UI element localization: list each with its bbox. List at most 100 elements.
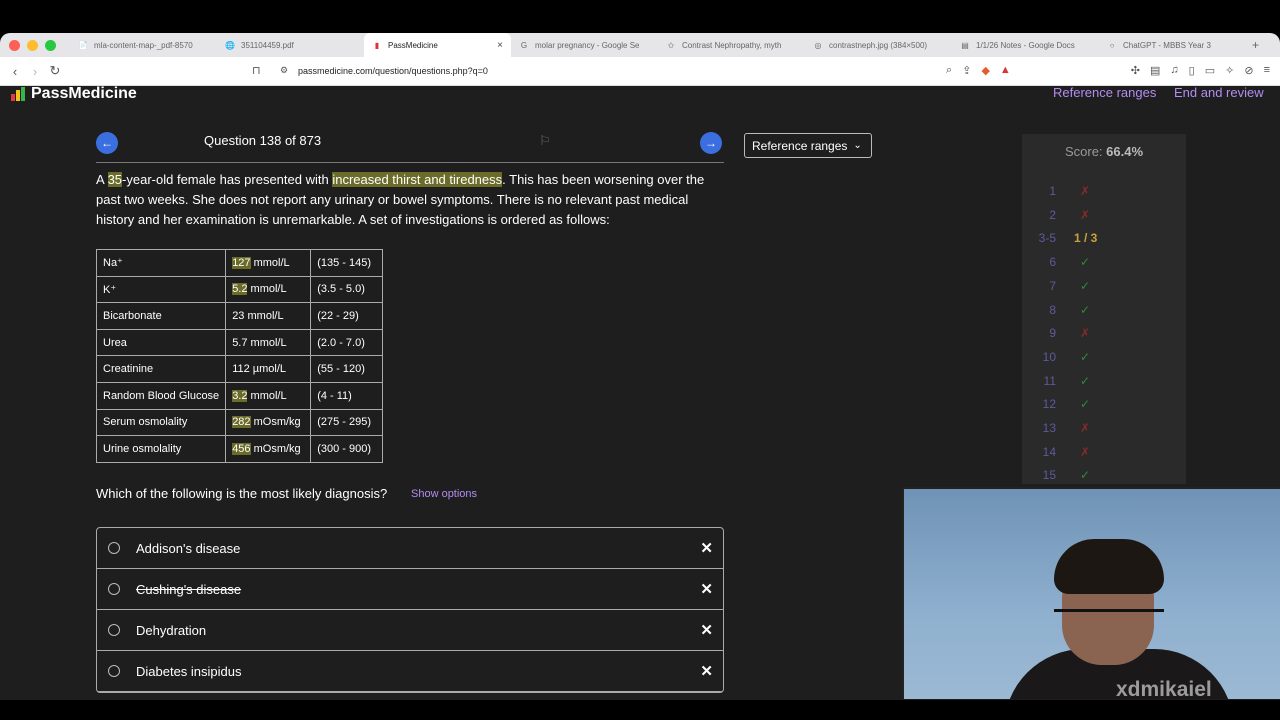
radio-button[interactable] (108, 542, 120, 554)
logo-text: PassMedicine (31, 85, 137, 102)
lab-range: (275 - 295) (310, 408, 384, 437)
tab-favicon-icon: 📄 (78, 40, 88, 50)
show-options-link[interactable]: Show options (411, 488, 477, 500)
radio-button[interactable] (108, 624, 120, 636)
site-info-icon[interactable]: ⚙ (280, 65, 288, 76)
extensions-icon[interactable]: ✣ (1131, 64, 1140, 77)
tab-favicon-icon: ✩ (667, 40, 675, 50)
next-question-button[interactable]: → (700, 132, 722, 154)
media-icon[interactable]: ♫ (1170, 64, 1178, 77)
url-field[interactable]: passmedicine.com/question/questions.php?… (298, 66, 488, 76)
share-icon[interactable]: ⇪ (962, 64, 971, 77)
lab-name: Random Blood Glucose (95, 381, 227, 410)
check-icon: ✓ (1080, 468, 1091, 483)
reference-ranges-dropdown[interactable]: Reference ranges ⌄ (744, 133, 872, 158)
strike-option-icon[interactable]: ✕ (700, 621, 713, 639)
close-window-button[interactable] (9, 39, 20, 51)
lab-range: (135 - 145) (310, 249, 384, 277)
score-label: Score: (1064, 144, 1107, 159)
lab-row: Random Blood Glucose 3.2 mmol/L (4 - 11) (95, 381, 384, 410)
lab-value: 112 (232, 363, 250, 376)
back-icon[interactable]: ‹ (5, 64, 25, 79)
score-row[interactable]: 9 ✗ (1022, 326, 1186, 346)
brave-shield-icon[interactable]: ◆ (981, 64, 989, 77)
wallet-icon[interactable]: ▭ (1205, 64, 1215, 77)
rewards-icon[interactable]: ▲ (1000, 64, 1011, 77)
lab-name: Na⁺ (95, 249, 227, 277)
maximize-window-button[interactable] (45, 39, 56, 51)
score-row[interactable]: 13 ✗ (1022, 421, 1186, 441)
reload-icon[interactable]: ↻ (45, 63, 65, 79)
menu-icon[interactable]: ≡ (1264, 64, 1270, 77)
answer-option[interactable]: Diabetes insipidus ✕ (97, 651, 723, 692)
reference-ranges-link[interactable]: Reference ranges (1053, 85, 1156, 100)
score-row[interactable]: 6 ✓ (1022, 255, 1186, 275)
new-tab-button[interactable]: + (1252, 38, 1259, 52)
sidebar-icon[interactable]: ▯ (1189, 64, 1195, 77)
score-row[interactable]: 2 ✗ (1022, 208, 1186, 228)
watermark: xdmikaiel (1116, 678, 1212, 701)
question-number: 12 (1042, 397, 1056, 412)
strike-option-icon[interactable]: ✕ (700, 662, 713, 680)
option-label: Diabetes insipidus (136, 663, 242, 679)
answer-option[interactable]: Addison's disease ✕ (97, 528, 723, 569)
answer-option[interactable]: Dehydration ✕ (97, 610, 723, 651)
lab-value: 3.2 (232, 389, 248, 402)
tab-title: contrastneph.jpg (384×500) (829, 40, 928, 50)
radio-button[interactable] (108, 665, 120, 677)
browser-tab[interactable]: 🌐 351104459.pdf (217, 33, 364, 57)
divider (96, 162, 724, 163)
score-row[interactable]: 7 ✓ (1022, 279, 1186, 299)
browser-tab[interactable]: ✩ Contrast Nephropathy, myth (658, 33, 805, 57)
answer-option[interactable]: Cushing's disease ✕ (97, 569, 723, 610)
cross-icon: ✗ (1080, 421, 1091, 435)
address-bar: ‹ › ↻ ⊓ ⚙ passmedicine.com/question/ques… (0, 57, 1280, 86)
score-row[interactable]: 12 ✓ (1022, 397, 1186, 417)
close-tab-icon[interactable]: × (497, 40, 503, 51)
minimize-window-button[interactable] (27, 39, 38, 51)
tab-title: PassMedicine (388, 40, 438, 50)
tab-title: molar pregnancy - Google Se (535, 40, 640, 50)
browser-tab[interactable]: ▤ 1/1/26 Notes - Google Docs (952, 33, 1099, 57)
score-row[interactable]: 14 ✗ (1022, 445, 1186, 465)
lab-value: 5.2 (232, 283, 248, 296)
score-row[interactable]: 15 ✓ (1022, 468, 1186, 484)
flag-icon[interactable]: ⚐ (539, 133, 551, 149)
lab-value-cell: 456 mOsm/kg (225, 435, 312, 463)
browser-tab[interactable]: 📄 mla-content-map-_pdf-8570 (70, 33, 217, 57)
end-and-review-link[interactable]: End and review (1174, 85, 1264, 100)
score-row[interactable]: 8 ✓ (1022, 303, 1186, 323)
tab-title: 351104459.pdf (241, 40, 294, 50)
score-row[interactable]: 11 ✓ (1022, 374, 1186, 394)
score-row[interactable]: 1 ✗ (1022, 184, 1186, 204)
strike-option-icon[interactable]: ✕ (700, 539, 713, 557)
browser-tab[interactable]: ◎ contrastneph.jpg (384×500) (805, 33, 952, 57)
arrow-right-icon: → (705, 136, 717, 150)
forward-icon[interactable]: › (25, 64, 45, 79)
site-logo[interactable]: PassMedicine (11, 85, 137, 103)
lab-row: Na⁺ 127 mmol/L (135 - 145) (95, 249, 384, 277)
browser-tab[interactable]: ○ ChatGPT - MBBS Year 3 (1099, 33, 1246, 57)
leo-icon[interactable]: ✧ (1225, 64, 1234, 77)
lab-name: Creatinine (95, 355, 227, 383)
score-row[interactable]: 10 ✓ (1022, 350, 1186, 370)
check-icon: ✓ (1080, 373, 1091, 388)
radio-button[interactable] (108, 583, 120, 595)
lab-name: Urine osmolality (95, 435, 227, 463)
question-number: 9 (1049, 326, 1056, 341)
browser-tab[interactable]: ▮ PassMedicine × (364, 33, 511, 57)
question-number: 8 (1049, 302, 1056, 317)
score-row[interactable]: 3-5 1 / 3 (1022, 231, 1186, 251)
reader-icon[interactable]: ▤ (1150, 64, 1160, 77)
previous-question-button[interactable]: ← (96, 132, 118, 154)
bottom-bar (0, 700, 1280, 720)
browser-tab[interactable]: Gmolar pregnancy - Google Se (511, 33, 658, 57)
bookmark-icon[interactable]: ⊓ (252, 64, 261, 77)
zoom-icon[interactable]: ⌕ (946, 64, 952, 77)
lab-value-cell: 3.2 mmol/L (225, 381, 312, 410)
webcam-overlay (902, 487, 1280, 699)
lab-value-cell: 5.7 mmol/L (225, 328, 312, 357)
stem-text: -year-old female has presented with (122, 172, 333, 187)
strike-option-icon[interactable]: ✕ (700, 580, 713, 598)
vpn-icon[interactable]: ⊘ (1244, 64, 1253, 77)
